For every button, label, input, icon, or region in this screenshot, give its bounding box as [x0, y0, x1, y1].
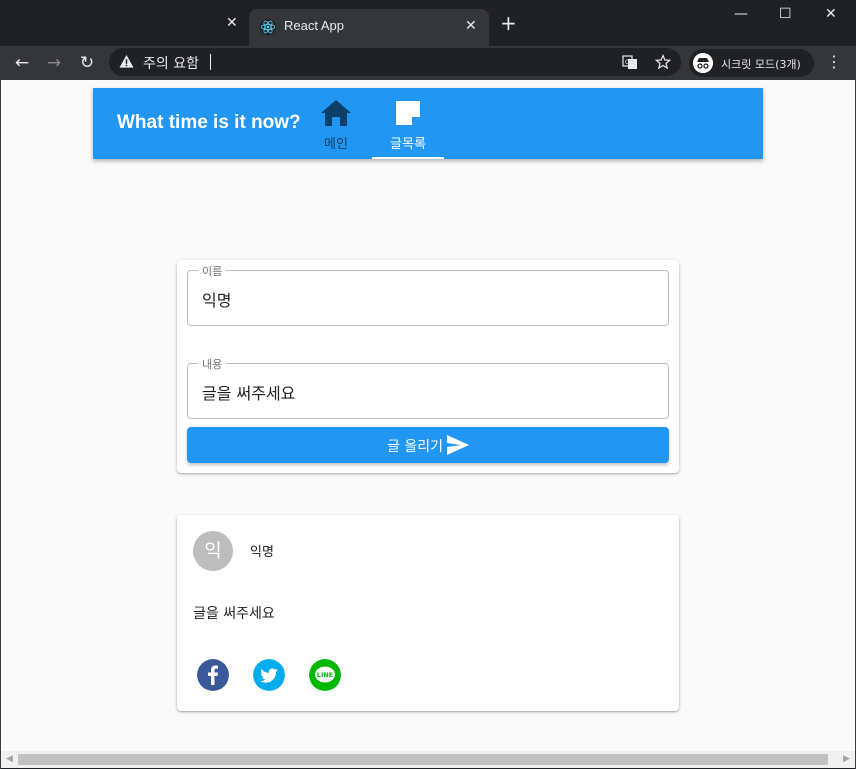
submit-post-button[interactable]: 글 올리기: [187, 427, 669, 463]
forward-button[interactable]: →: [42, 51, 66, 75]
tab-main-label: 메인: [324, 137, 348, 152]
horizontal-scrollbar[interactable]: ◀ ▶: [1, 751, 855, 768]
home-icon: [321, 100, 351, 126]
maximize-button[interactable]: ☐: [779, 6, 792, 22]
twitter-icon[interactable]: [253, 659, 285, 691]
back-button[interactable]: ←: [10, 51, 34, 75]
close-icon[interactable]: ✕: [465, 18, 477, 34]
minimize-button[interactable]: —: [734, 6, 748, 22]
warning-icon: [119, 54, 134, 68]
svg-text:LINE: LINE: [317, 671, 333, 679]
note-icon: [396, 101, 420, 125]
name-field-label: 이름: [198, 263, 227, 279]
browser-tab-active[interactable]: React App ✕: [249, 9, 489, 46]
name-field[interactable]: 이름 익명: [187, 263, 669, 326]
star-icon[interactable]: [655, 54, 671, 70]
post-author: 익명: [250, 545, 274, 560]
submit-post-label: 글 올리기: [387, 439, 443, 455]
post-form-card: 이름 익명 내용 글을 써주세요 글 올리기: [177, 260, 679, 473]
page-viewport: What time is it now? 메인 글목록 이름 익명 내용 글을 …: [1, 80, 855, 751]
browser-toolbar: ← → ↻ 주의 요함 G 시크릿 모드(3개) ⋮: [0, 46, 856, 80]
app-bar: What time is it now? 메인 글목록: [93, 88, 763, 159]
avatar: 익: [193, 531, 233, 571]
translate-icon[interactable]: G: [622, 54, 638, 70]
svg-text:G: G: [625, 59, 630, 66]
close-icon[interactable]: ✕: [226, 16, 238, 30]
react-icon: [259, 18, 277, 36]
tab-indicator: [372, 157, 444, 159]
reload-button[interactable]: ↻: [75, 51, 99, 75]
new-tab-button[interactable]: +: [500, 13, 517, 33]
tab-main[interactable]: 메인: [300, 88, 372, 159]
menu-button[interactable]: ⋮: [826, 52, 842, 71]
scroll-left-icon[interactable]: ◀: [1, 753, 18, 766]
incognito-label: 시크릿 모드(3개): [721, 58, 801, 71]
send-icon: [447, 435, 469, 455]
line-icon[interactable]: LINE: [309, 659, 341, 691]
address-text: 주의 요함: [143, 56, 199, 72]
tab-title: React App: [284, 18, 344, 33]
facebook-icon[interactable]: [197, 659, 229, 691]
window-close-button[interactable]: ✕: [825, 6, 837, 22]
post-card: 익 익명 글을 써주세요 LINE: [177, 515, 679, 711]
scrollbar-thumb[interactable]: [18, 754, 828, 765]
tab-post-list-label: 글목록: [390, 137, 426, 152]
text-caret: [210, 54, 211, 70]
tab-post-list[interactable]: 글목록: [372, 88, 444, 159]
incognito-icon: [693, 53, 713, 73]
scroll-right-icon[interactable]: ▶: [838, 753, 855, 766]
name-field-value: 익명: [202, 291, 232, 310]
browser-title-bar: ✕ React App ✕ + — ☐ ✕: [0, 0, 856, 46]
address-bar[interactable]: 주의 요함 G: [109, 48, 681, 76]
app-title: What time is it now?: [117, 112, 301, 133]
content-field-value: 글을 써주세요: [202, 384, 296, 403]
incognito-indicator[interactable]: 시크릿 모드(3개): [689, 49, 814, 77]
content-field-label: 내용: [198, 356, 227, 372]
content-field[interactable]: 내용 글을 써주세요: [187, 356, 669, 419]
post-body: 글을 써주세요: [193, 606, 275, 622]
